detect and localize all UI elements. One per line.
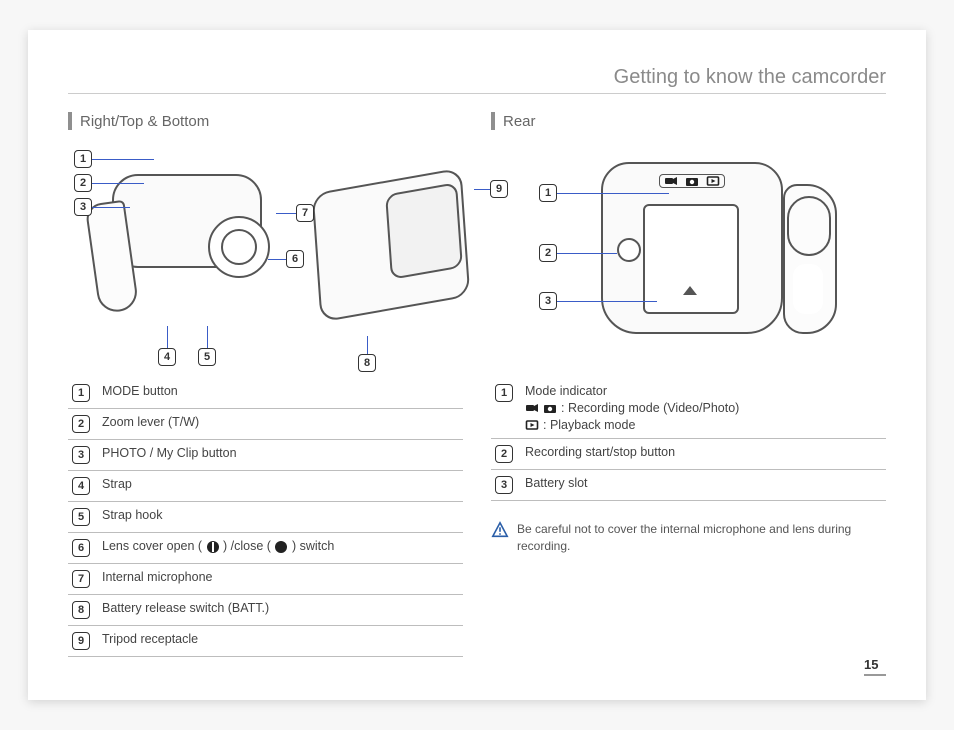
callout-5: 5 [198, 348, 216, 366]
right-heading: Rear [491, 112, 886, 130]
rear-callout-1: 1 [539, 184, 557, 202]
page-title: Getting to know the camcorder [68, 66, 886, 94]
rear-item-num-2: 2 [495, 445, 513, 463]
item-label: Recording start/stop button [521, 439, 886, 470]
rear-callout-2: 2 [539, 244, 557, 262]
list-item: 1 MODE button [68, 378, 463, 409]
left-column: Right/Top & Bottom 1 2 [68, 112, 463, 657]
mode-line-recording: : Recording mode (Video/Photo) [525, 401, 882, 415]
item-label: Zoom lever (T/W) [98, 409, 463, 440]
rear-callout-3: 3 [539, 292, 557, 310]
page-number: 15 [864, 657, 886, 676]
right-diagram: 1 2 3 [491, 144, 886, 364]
item-label: Tripod receptacle [98, 626, 463, 657]
item-num-9: 9 [72, 632, 90, 650]
item-label: Internal microphone [98, 564, 463, 595]
item-label: Strap hook [98, 502, 463, 533]
item-num-6: 6 [72, 539, 90, 557]
item-label: Lens cover open ( ) /close ( ) switch [98, 533, 463, 564]
playback-icon [525, 418, 539, 432]
item-label: Strap [98, 471, 463, 502]
list-item: 3 PHOTO / My Clip button [68, 440, 463, 471]
list-item: 8 Battery release switch (BATT.) [68, 595, 463, 626]
item-label: Battery slot [521, 470, 886, 501]
item-num-3: 3 [72, 446, 90, 464]
callout-2: 2 [74, 174, 92, 192]
lens-close-icon [274, 540, 288, 554]
playback-icon [706, 174, 720, 188]
item-num-7: 7 [72, 570, 90, 588]
item-num-8: 8 [72, 601, 90, 619]
rear-item-num-1: 1 [495, 384, 513, 402]
callout-7: 7 [296, 204, 314, 222]
list-item: 5 Strap hook [68, 502, 463, 533]
left-list: 1 MODE button 2 Zoom lever (T/W) 3 PHOTO / … [68, 378, 463, 657]
manual-page: Getting to know the camcorder Right/Top … [28, 30, 926, 700]
list-item: 2 Zoom lever (T/W) [68, 409, 463, 440]
item-label: MODE button [98, 378, 463, 409]
list-item: 6 Lens cover open ( ) /close ( ) switch [68, 533, 463, 564]
item-num-4: 4 [72, 477, 90, 495]
rear-item-num-3: 3 [495, 476, 513, 494]
list-item: 2 Recording start/stop button [491, 439, 886, 470]
list-item: 7 Internal microphone [68, 564, 463, 595]
mode-line-playback: : Playback mode [525, 418, 882, 432]
right-list: 1 Mode indicator : Recording mode (Video… [491, 378, 886, 501]
list-item: 3 Battery slot [491, 470, 886, 501]
lens-open-icon [206, 540, 220, 554]
item-num-5: 5 [72, 508, 90, 526]
right-column: Rear [491, 112, 886, 657]
warning-icon [491, 521, 509, 539]
item-num-2: 2 [72, 415, 90, 433]
video-camera-icon [525, 401, 539, 415]
camera-icon [543, 401, 557, 415]
item-num-1: 1 [72, 384, 90, 402]
callout-3: 3 [74, 198, 92, 216]
callout-1: 1 [74, 150, 92, 168]
callout-4: 4 [158, 348, 176, 366]
list-item: 4 Strap [68, 471, 463, 502]
list-item: 9 Tripod receptacle [68, 626, 463, 657]
item-label: Battery release switch (BATT.) [98, 595, 463, 626]
left-heading: Right/Top & Bottom [68, 112, 463, 130]
camera-icon [685, 174, 699, 188]
callout-8: 8 [358, 354, 376, 372]
note: Be careful not to cover the internal mic… [491, 521, 886, 555]
item-label: Mode indicator : Recording mode (Video/P… [521, 378, 886, 439]
left-diagram: 1 2 3 7 6 [68, 144, 463, 364]
note-text: Be careful not to cover the internal mic… [517, 521, 886, 555]
list-item: 1 Mode indicator : Recording mode (Video… [491, 378, 886, 439]
item-label: PHOTO / My Clip button [98, 440, 463, 471]
callout-6: 6 [286, 250, 304, 268]
content-columns: Right/Top & Bottom 1 2 [68, 112, 886, 657]
